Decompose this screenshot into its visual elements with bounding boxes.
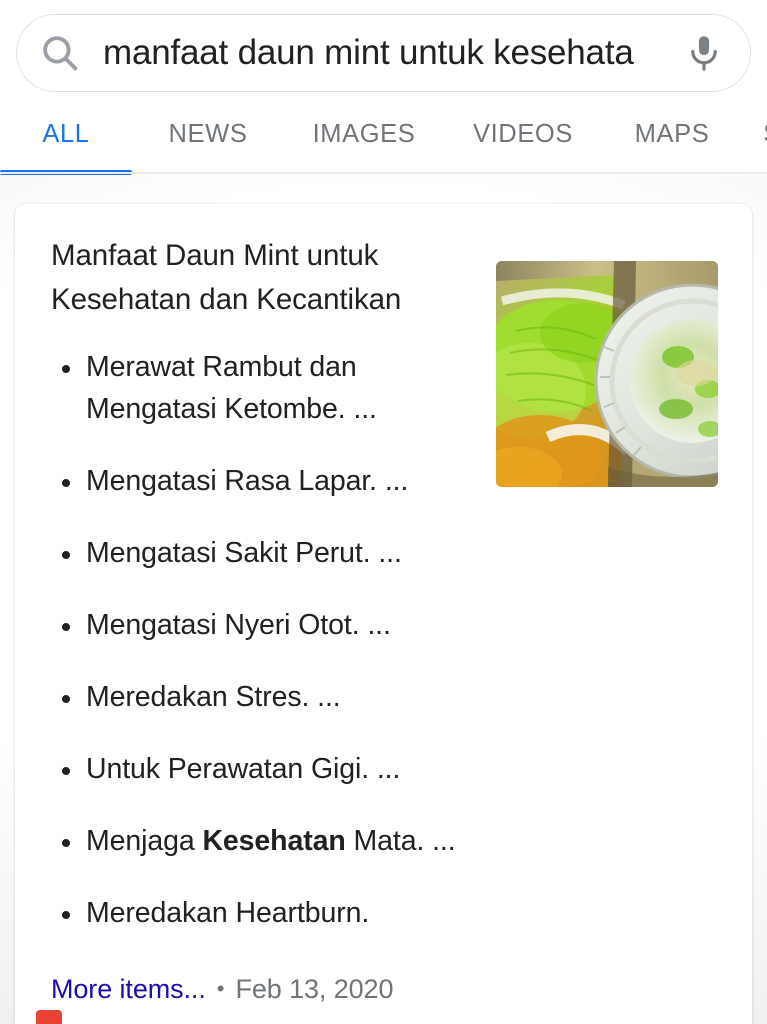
snippet-meta-row: More items... • Feb 13, 2020	[51, 972, 718, 1008]
tab-images-label: IMAGES	[312, 120, 416, 148]
search-icon[interactable]	[17, 14, 103, 92]
search-tabs: ALL NEWS IMAGES VIDEOS MAPS S	[0, 112, 767, 175]
microphone-icon[interactable]	[658, 14, 750, 92]
tab-news-label: NEWS	[168, 120, 248, 148]
list-item: Mengatasi Nyeri Otot. ...	[51, 604, 481, 646]
list-item: Merawat Rambut dan Mengatasi Ketombe. ..…	[51, 346, 481, 430]
tab-maps[interactable]: MAPS	[602, 112, 742, 175]
answer-title: Manfaat Daun Mint untuk Kesehatan dan Ke…	[51, 239, 402, 316]
tab-all-label: ALL	[42, 120, 90, 148]
more-items-link[interactable]: More items...	[51, 972, 206, 1006]
favicon-icon	[36, 1010, 62, 1024]
tab-news[interactable]: NEWS	[132, 112, 284, 175]
tab-videos[interactable]: VIDEOS	[444, 112, 602, 175]
list-item: Mengatasi Sakit Perut. ...	[51, 532, 481, 574]
answer-thumbnail[interactable]	[496, 261, 718, 487]
tab-maps-label: MAPS	[634, 120, 710, 148]
list-item: Meredakan Stres. ...	[51, 676, 481, 718]
tab-shopping-label: S	[763, 121, 767, 148]
tab-all[interactable]: ALL	[0, 112, 132, 175]
search-input[interactable]	[103, 14, 658, 92]
list-item: Meredakan Heartburn.	[51, 892, 481, 934]
tab-videos-label: VIDEOS	[473, 120, 573, 148]
snippet-date: Feb 13, 2020	[235, 974, 394, 1004]
answer-bullet-list: Merawat Rambut dan Mengatasi Ketombe. ..…	[51, 346, 481, 934]
meta-separator: •	[216, 976, 225, 1001]
next-result-source-row[interactable]	[36, 1010, 62, 1024]
tab-images[interactable]: IMAGES	[284, 112, 444, 175]
list-item: Untuk Perawatan Gigi. ...	[51, 748, 481, 790]
list-item-highlighted: Menjaga Kesehatan Mata. ...	[51, 820, 481, 862]
featured-snippet-card[interactable]: Manfaat Daun Mint untuk Kesehatan dan Ke…	[15, 204, 752, 1024]
search-header: ALL NEWS IMAGES VIDEOS MAPS S	[0, 0, 767, 175]
search-bar[interactable]	[16, 14, 751, 92]
tab-shopping-clipped[interactable]: S	[742, 112, 767, 175]
list-item: Mengatasi Rasa Lapar. ...	[51, 460, 481, 502]
tabs-divider	[0, 172, 767, 174]
